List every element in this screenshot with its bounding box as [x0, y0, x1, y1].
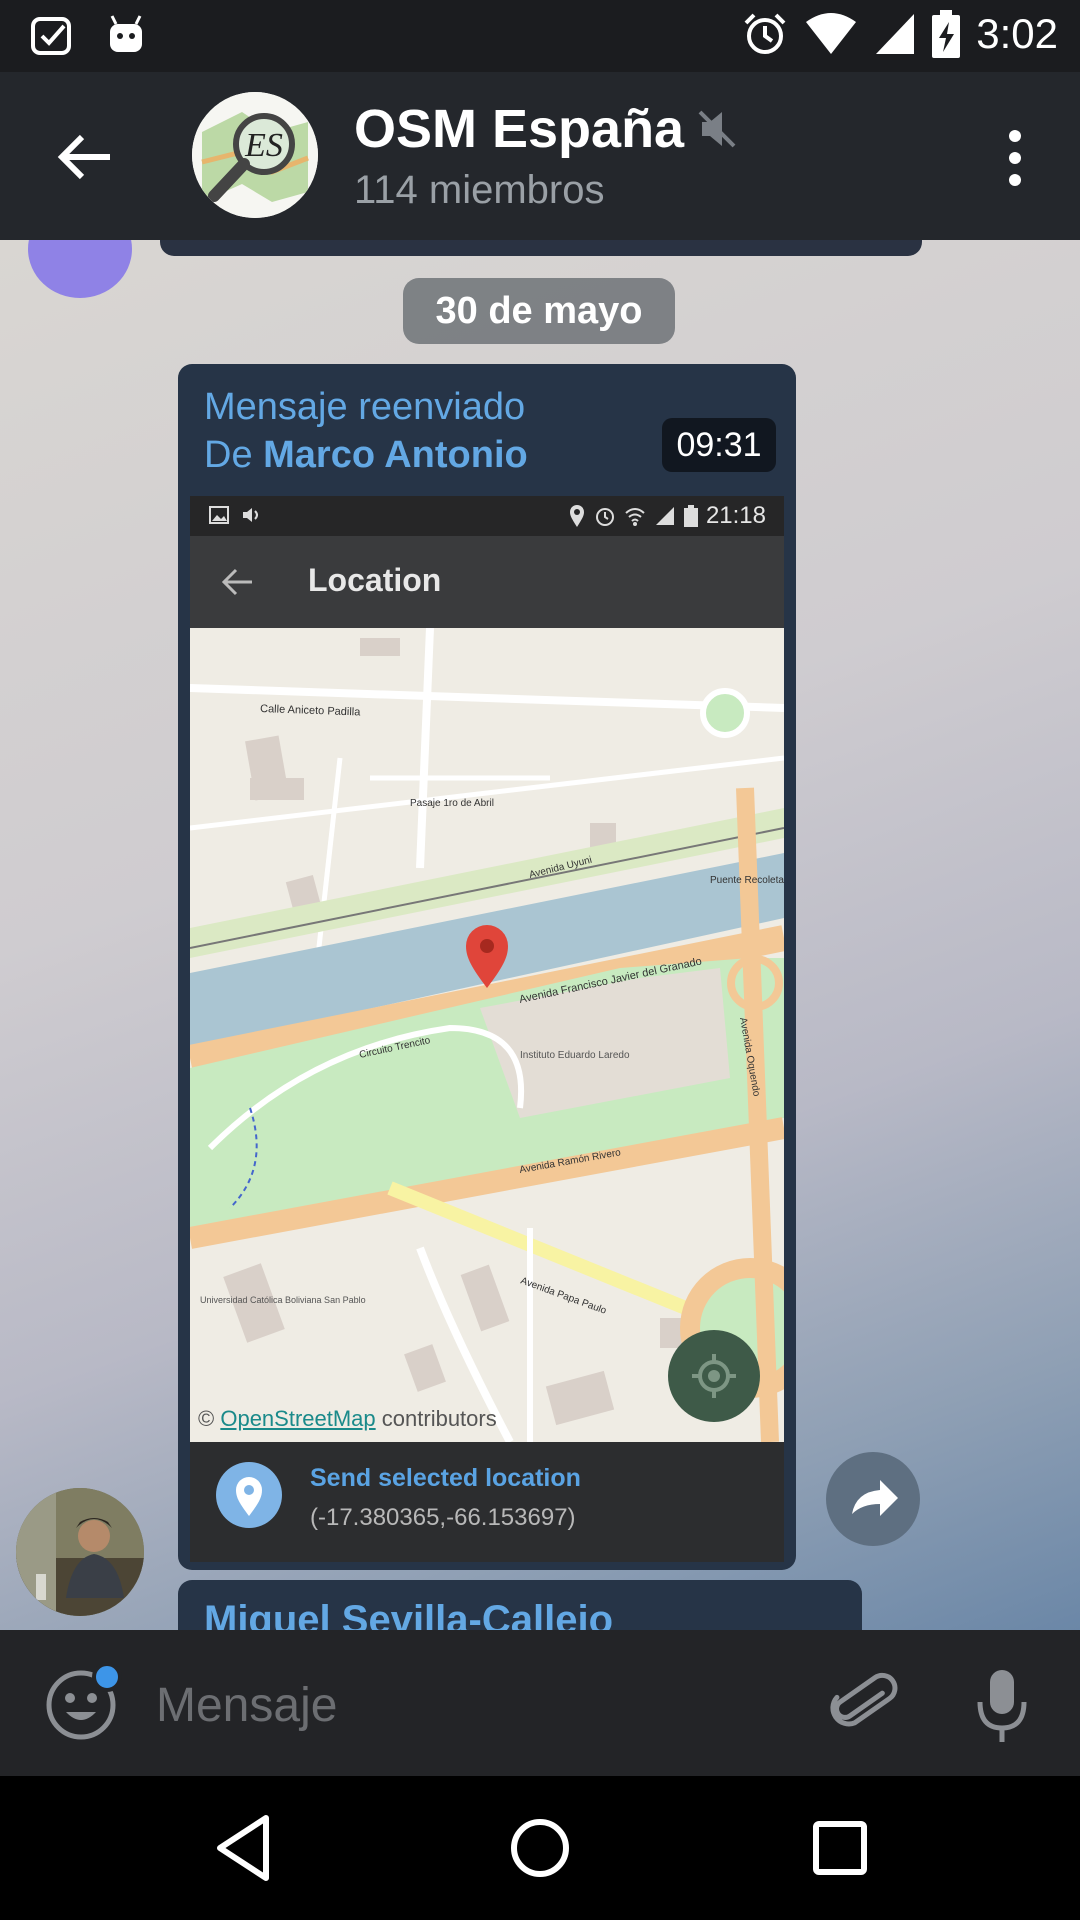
nav-recents-icon[interactable]: [810, 1812, 870, 1884]
send-location-coords: (-17.380365,-66.153697): [310, 1504, 576, 1531]
svg-text:Pasaje 1ro de Abril: Pasaje 1ro de Abril: [410, 798, 494, 809]
alarm-status-icon: [595, 508, 614, 526]
system-navigation-bar: [0, 1776, 1080, 1920]
emoji-notification-dot: [92, 1662, 122, 1692]
attribution-suffix: contributors: [381, 1406, 497, 1431]
message-time: 09:31: [662, 418, 776, 472]
forwarded-label: Mensaje reenviado: [204, 386, 526, 428]
android-icon: [110, 15, 142, 52]
forwarded-from-prefix: De: [204, 434, 253, 476]
checklist-icon: [31, 17, 71, 55]
map-attribution: © OpenStreetMap contributors: [198, 1406, 497, 1432]
group-members-count: 114 miembros: [354, 168, 605, 212]
copyright-symbol: ©: [198, 1406, 215, 1431]
screenshot-toolbar: Location: [190, 536, 784, 628]
previous-message-bubble[interactable]: [160, 240, 922, 256]
message-input[interactable]: [156, 1670, 776, 1740]
send-location-row: Send selected location (-17.380365,-66.1…: [190, 1442, 784, 1562]
group-title-text: OSM España: [354, 99, 685, 159]
forwarded-from[interactable]: De Marco Antonio: [204, 434, 528, 477]
muted-speaker-icon: [698, 110, 736, 148]
previous-sender-avatar[interactable]: [28, 240, 132, 298]
signal-status-icon: [655, 507, 674, 525]
svg-text:Instituto Eduardo Laredo: Instituto Eduardo Laredo: [520, 1050, 630, 1061]
svg-text:Puente Recoleta: Puente Recoleta: [710, 875, 784, 886]
image-icon: [209, 506, 229, 524]
alarm-icon: [744, 13, 786, 54]
forwarded-message-bubble[interactable]: Mensaje reenviado De Marco Antonio 21:18: [178, 364, 796, 1570]
volume-icon: [243, 508, 258, 522]
overflow-menu-icon[interactable]: [1000, 128, 1030, 188]
send-location-title: Send selected location: [310, 1464, 581, 1492]
location-status-icon: [569, 505, 584, 527]
status-time: 3:02: [976, 10, 1058, 57]
sender-avatar[interactable]: [16, 1488, 144, 1616]
status-bar: 3:02: [0, 0, 1080, 72]
chat-messages[interactable]: 30 de mayo Mensaje reenviado De Marco An…: [0, 240, 1080, 1630]
wifi-status-icon: [625, 508, 645, 526]
date-separator: 30 de mayo: [403, 278, 675, 344]
group-title[interactable]: OSM España: [354, 98, 738, 160]
forward-arrow-icon: [852, 1480, 898, 1516]
chat-header: ES OSM España 114 miembros: [0, 72, 1080, 240]
microphone-icon[interactable]: [968, 1666, 1036, 1746]
next-sender-name[interactable]: Miguel Sevilla-Callejo: [204, 1598, 613, 1630]
openstreetmap-link: OpenStreetMap: [220, 1406, 376, 1431]
share-button[interactable]: [826, 1452, 920, 1546]
group-avatar[interactable]: ES: [192, 92, 318, 218]
location-pin-icon: [216, 1462, 282, 1528]
nav-back-icon[interactable]: [206, 1806, 286, 1890]
osm-logo-icon: ES: [192, 92, 318, 218]
message-composer: [0, 1630, 1080, 1776]
next-message-bubble[interactable]: Miguel Sevilla-Callejo: [178, 1580, 862, 1630]
screenshot-toolbar-title: Location: [308, 562, 442, 598]
attach-paperclip-icon[interactable]: [826, 1668, 900, 1742]
my-location-button: [668, 1330, 760, 1422]
sender-photo: [16, 1488, 144, 1616]
screenshot-status-bar: 21:18: [190, 496, 784, 536]
map-drawing: Calle Aniceto Padilla Pasaje 1ro de Abri…: [190, 628, 784, 1442]
battery-charging-icon: [932, 10, 961, 58]
forwarded-from-name[interactable]: Marco Antonio: [263, 434, 528, 476]
battery-status-icon: [683, 505, 698, 527]
back-arrow-icon[interactable]: [50, 122, 120, 192]
screenshot-back-arrow-icon: [221, 568, 252, 596]
crosshair-icon: [692, 1354, 736, 1398]
signal-icon: [876, 14, 915, 54]
screenshot-status-time: 21:18: [705, 502, 766, 529]
svg-text:ES: ES: [244, 127, 283, 164]
wifi-icon: [806, 13, 857, 54]
nav-home-icon[interactable]: [506, 1806, 574, 1890]
svg-text:Universidad Católica Boliviana: Universidad Católica Boliviana San Pablo: [200, 1295, 366, 1305]
map-view: Calle Aniceto Padilla Pasaje 1ro de Abri…: [190, 628, 784, 1442]
attached-screenshot[interactable]: 21:18 Location Calle Aniceto Padilla Pas…: [190, 496, 784, 1562]
